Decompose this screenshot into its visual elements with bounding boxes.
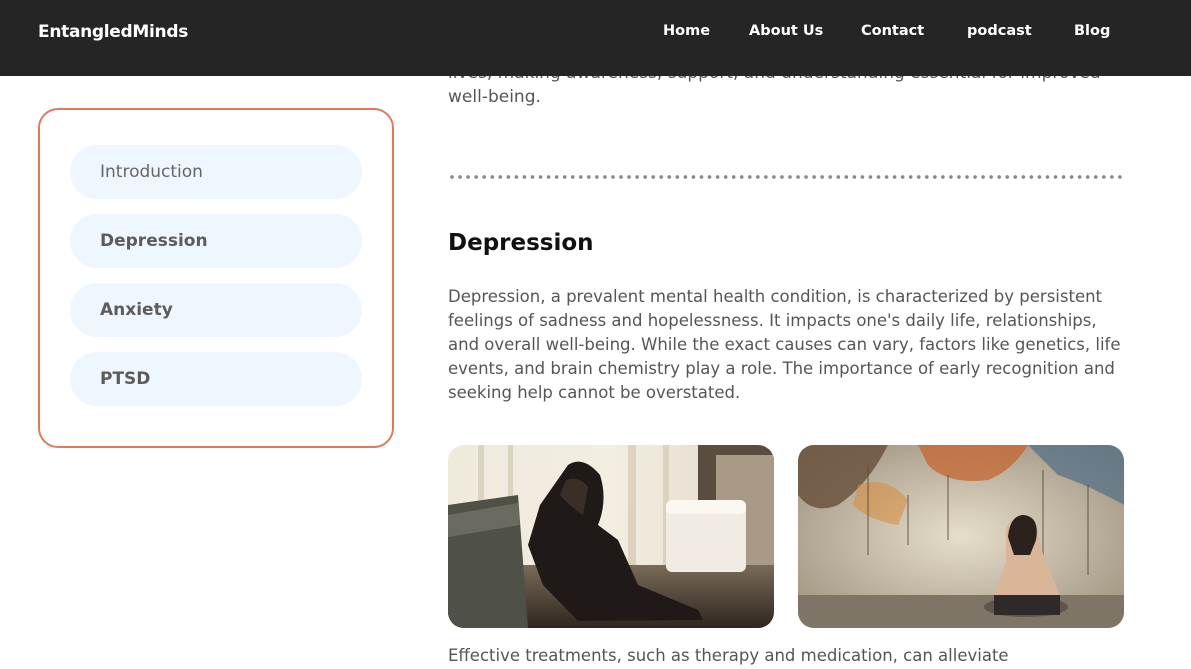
- toc-item-ptsd[interactable]: PTSD: [70, 352, 362, 406]
- brand-logo[interactable]: EntangledMinds: [38, 20, 188, 44]
- depression-photo-bedroom: [448, 445, 774, 628]
- top-navbar: EntangledMinds Home About Us Contact pod…: [0, 0, 1191, 76]
- toc-item-introduction[interactable]: Introduction: [70, 145, 362, 199]
- section-title-depression: Depression: [448, 230, 594, 256]
- depression-paragraph: Depression, a prevalent mental health co…: [448, 287, 1121, 402]
- nav-link-home[interactable]: Home: [663, 21, 710, 41]
- depression-photo-painted-wall: [798, 445, 1124, 628]
- treatment-paragraph: Effective treatments, such as therapy an…: [448, 646, 1009, 665]
- nav-link-blog[interactable]: Blog: [1074, 21, 1110, 41]
- nav-link-about-us[interactable]: About Us: [749, 21, 823, 41]
- nav-link-contact[interactable]: Contact: [861, 21, 924, 41]
- toc-item-depression[interactable]: Depression: [70, 214, 362, 268]
- table-of-contents: Introduction Depression Anxiety PTSD: [38, 108, 394, 448]
- dotted-divider: [448, 175, 1124, 179]
- nav-link-podcast[interactable]: podcast: [967, 21, 1032, 41]
- toc-item-anxiety[interactable]: Anxiety: [70, 283, 362, 337]
